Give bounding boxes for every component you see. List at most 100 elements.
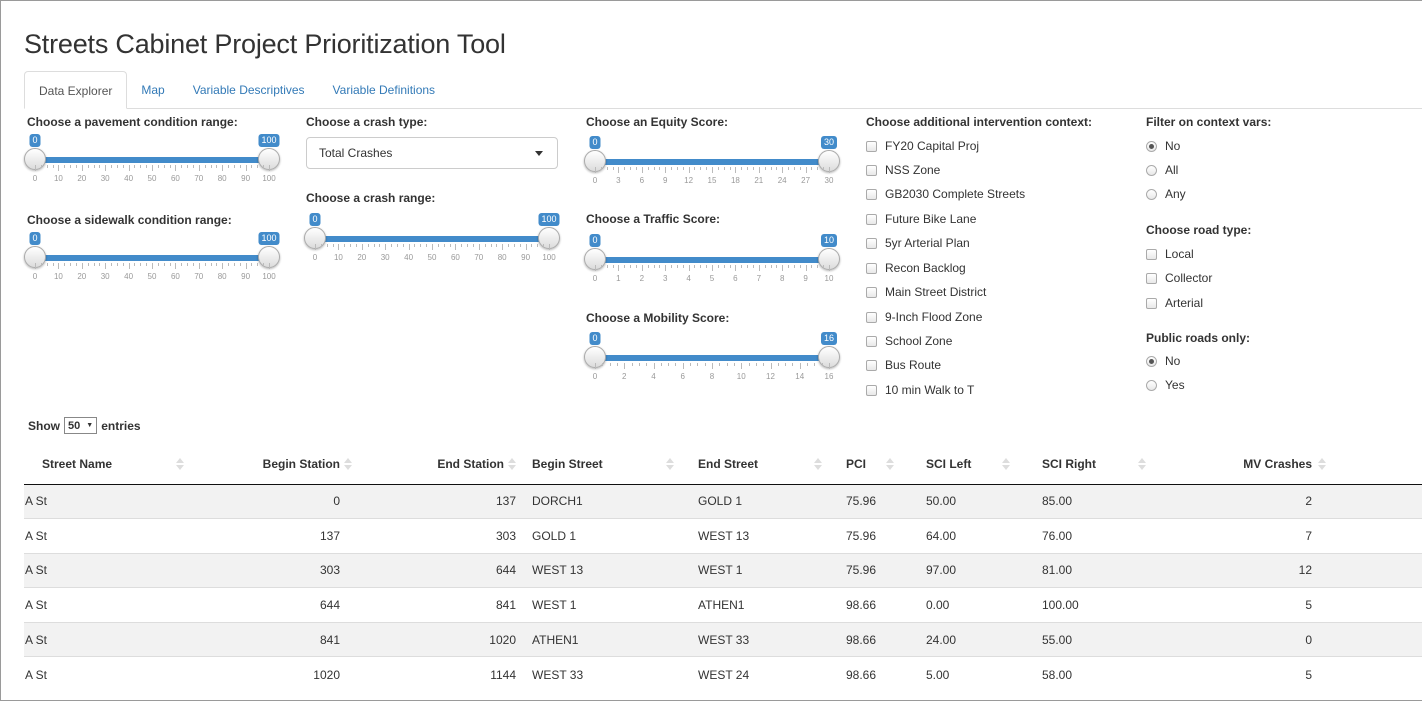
filter-context-option[interactable]: All (1146, 162, 1178, 178)
table-cell-overflow (1334, 587, 1422, 623)
checkbox[interactable] (866, 164, 877, 176)
page-length-select[interactable]: 50 ▼ (64, 417, 98, 434)
column-header-mv-crashes[interactable]: MV Crashes (1154, 445, 1334, 485)
slider-tick-mark (688, 265, 690, 271)
column-header-label: PCI (846, 457, 867, 472)
radio[interactable] (1146, 188, 1157, 200)
tab-variable-definitions[interactable]: Variable Definitions (319, 71, 450, 109)
filter-context-option[interactable]: Any (1146, 186, 1186, 202)
checkbox[interactable] (866, 188, 877, 200)
checkbox[interactable] (866, 140, 877, 152)
context-option[interactable]: Future Bike Lane (866, 211, 976, 227)
column-header-end-station[interactable]: End Station (360, 445, 524, 485)
table-cell: 5 (1154, 656, 1334, 692)
table-row[interactable]: A St 0 137 DORCH1 GOLD 1 75.96 50.00 85.00 2 (24, 483, 1422, 519)
slider-tick-mark (735, 265, 737, 271)
traffic-score-slider[interactable]: 0 10 0 1 2 3 4 5 6 7 8 9 10 (584, 234, 840, 284)
radio-label: No (1165, 139, 1181, 153)
slider-ticks (35, 165, 270, 171)
context-option[interactable]: 5yr Arterial Plan (866, 235, 970, 251)
context-option-label: 5yr Arterial Plan (885, 236, 970, 250)
context-option[interactable]: FY20 Capital Proj (866, 138, 979, 154)
context-option[interactable]: GB2030 Complete Streets (866, 186, 1025, 202)
tab-data-explorer[interactable]: Data Explorer (24, 71, 128, 109)
column-header-begin-station[interactable]: Begin Station (188, 445, 360, 485)
crash-type-select[interactable]: Total Crashes (306, 137, 558, 169)
slider-tick-mark (216, 165, 218, 168)
slider-tick-mark (245, 263, 247, 269)
slider-tick-mark (52, 165, 54, 168)
slider-tick-mark (612, 265, 614, 268)
radio-label: Any (1165, 187, 1186, 201)
road-type-option[interactable]: Collector (1146, 270, 1212, 286)
checkbox[interactable] (866, 213, 877, 225)
slider-tick-label: 30 (824, 176, 834, 185)
road-type-option[interactable]: Arterial (1146, 295, 1203, 311)
slider-tick-mark (609, 363, 611, 366)
column-header-pci[interactable]: PCI (830, 445, 902, 485)
sidewalk-range-label: Choose a sidewalk condition range: (27, 213, 232, 227)
column-header-sci-left[interactable]: SCI Left (902, 445, 1018, 485)
checkbox[interactable] (1146, 272, 1157, 284)
context-option[interactable]: 10 min Walk to T (866, 382, 974, 398)
slider-tick-mark (805, 167, 807, 173)
radio[interactable] (1146, 164, 1157, 176)
tab-map[interactable]: Map (127, 71, 178, 109)
checkbox[interactable] (866, 384, 877, 396)
checkbox[interactable] (866, 262, 877, 274)
checkbox[interactable] (866, 237, 877, 249)
table-row[interactable]: A St 1020 1144 WEST 33 WEST 24 98.66 5.00 58.00… (24, 656, 1422, 692)
table-row[interactable]: A St 303 644 WEST 13 WEST 1 75.96 97.00 81.00 12 (24, 552, 1422, 588)
public-roads-option[interactable]: Yes (1146, 377, 1185, 393)
slider-tick-mark (367, 244, 369, 247)
slider-tick-mark (426, 244, 428, 247)
page-length-value: 50 (68, 419, 81, 432)
slider-tick-mark (788, 265, 790, 268)
context-option[interactable]: Recon Backlog (866, 260, 966, 276)
context-option[interactable]: School Zone (866, 333, 952, 349)
radio-selected[interactable] (1146, 355, 1157, 367)
context-option[interactable]: NSS Zone (866, 162, 940, 178)
context-option-label: Future Bike Lane (885, 212, 977, 226)
context-option[interactable]: Bus Route (866, 357, 941, 373)
slider-tick-mark (233, 263, 235, 266)
road-type-option[interactable]: Local (1146, 246, 1194, 262)
equity-score-slider[interactable]: 0 30 0 3 6 9 12 15 18 21 24 27 30 (584, 136, 840, 186)
slider-tick-label: 24 (777, 176, 787, 185)
table-row[interactable]: A St 137 303 GOLD 1 WEST 13 75.96 64.00 76.00 7 (24, 518, 1422, 554)
slider-tick-mark (647, 167, 649, 170)
caret-down-icon (535, 151, 543, 156)
context-option-label: School Zone (885, 334, 953, 348)
checkbox[interactable] (866, 359, 877, 371)
context-option[interactable]: 9-Inch Flood Zone (866, 309, 982, 325)
column-header-end-street[interactable]: End Street (682, 445, 830, 485)
slider-tick-mark (752, 167, 754, 170)
sidewalk-range-slider[interactable]: 0 100 0 10 20 30 40 50 60 70 80 90 100 (24, 232, 280, 282)
column-header-begin-street[interactable]: Begin Street (524, 445, 682, 485)
radio-selected[interactable] (1146, 140, 1157, 152)
context-option[interactable]: Main Street District (866, 284, 986, 300)
slider-tick-mark (64, 263, 66, 266)
column-header-sci-right[interactable]: SCI Right (1018, 445, 1154, 485)
checkbox[interactable] (1146, 248, 1157, 260)
filter-context-option[interactable]: No (1146, 138, 1180, 154)
table-row[interactable]: A St 644 841 WEST 1 ATHEN1 98.66 0.00 100.00 5 (24, 587, 1422, 623)
mobility-score-slider[interactable]: 0 16 0 2 4 6 8 10 12 14 16 (584, 332, 840, 382)
table-row[interactable]: A St 841 1020 ATHEN1 WEST 33 98.66 24.00 55.00 0 (24, 621, 1422, 657)
slider-low-value: 0 (589, 332, 601, 345)
checkbox[interactable] (866, 335, 877, 347)
checkbox[interactable] (866, 311, 877, 323)
crash-range-slider[interactable]: 0 100 0 10 20 30 40 50 60 70 80 90 100 (304, 213, 560, 263)
slider-tick-mark (764, 265, 766, 268)
slider-tick-label: 0 (592, 176, 598, 185)
radio[interactable] (1146, 379, 1157, 391)
slider-tick-label: 40 (124, 272, 134, 281)
slider-tick-mark (134, 263, 136, 266)
tab-variable-descriptives[interactable]: Variable Descriptives (179, 71, 319, 109)
checkbox[interactable] (1146, 297, 1157, 309)
column-header-street-name[interactable]: Street Name (24, 445, 188, 485)
pavement-range-slider[interactable]: 0 100 0 10 20 30 40 50 60 70 80 90 100 (24, 134, 280, 184)
slider-tick-mark (355, 244, 357, 247)
checkbox[interactable] (866, 286, 877, 298)
public-roads-option[interactable]: No (1146, 353, 1180, 369)
